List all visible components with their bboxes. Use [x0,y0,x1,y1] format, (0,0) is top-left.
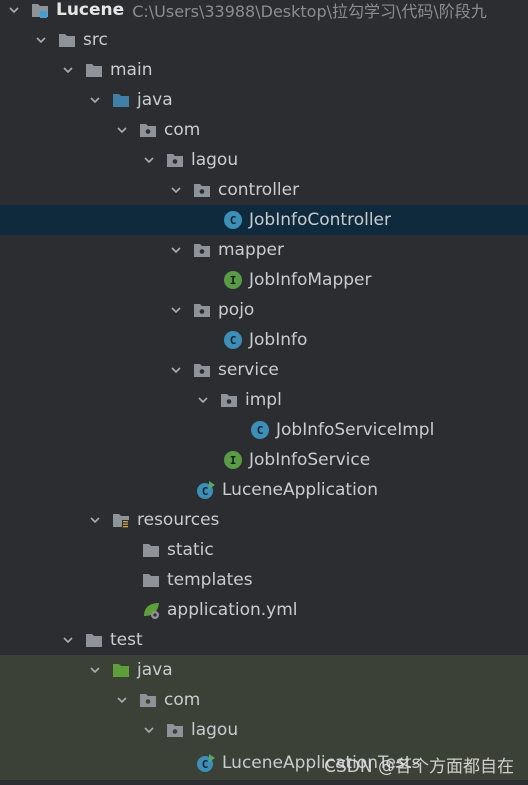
tree-node-src[interactable]: src [0,25,528,55]
spring-boot-class-icon: C [196,753,216,773]
svg-text:C: C [202,758,209,771]
tree-label: pojo [218,300,255,320]
interface-icon: I [223,450,243,470]
tree-label: test [110,630,143,650]
tree-node-controller[interactable]: controller [0,175,528,205]
tree-node-lagou-main[interactable]: lagou [0,145,528,175]
tree-label: src [83,30,108,50]
chevron-down-icon[interactable] [6,2,22,18]
tree-node-lucene[interactable]: Lucene C:\Users\33988\Desktop\拉勾学习\代码\阶段… [0,0,528,25]
package-icon [165,720,185,740]
source-folder-icon [111,90,131,110]
tree-node-job-info-controller[interactable]: C JobInfoController [0,205,528,235]
tree-node-java-main[interactable]: java [0,85,528,115]
chevron-down-icon[interactable] [141,722,157,738]
tree-node-service[interactable]: service [0,355,528,385]
chevron-down-icon[interactable] [60,62,76,78]
class-icon: C [223,330,243,350]
tree-label: resources [137,510,220,530]
tree-node-main[interactable]: main [0,55,528,85]
tree-node-test[interactable]: test [0,625,528,655]
chevron-down-icon[interactable] [141,152,157,168]
tree-label: controller [218,180,300,200]
package-icon [192,240,212,260]
tree-label: JobInfoServiceImpl [276,420,435,440]
class-icon: C [223,210,243,230]
tree-node-lagou-test[interactable]: lagou [0,715,528,745]
tree-label: java [137,90,173,110]
tree-label: templates [167,570,253,590]
tree-label: JobInfoService [249,450,371,470]
tree-node-pojo[interactable]: pojo [0,295,528,325]
tree-node-com-test[interactable]: com [0,685,528,715]
chevron-down-icon[interactable] [33,32,49,48]
tree-label: JobInfo [249,330,308,350]
tree-node-static[interactable]: static [0,535,528,565]
chevron-down-icon[interactable] [168,302,184,318]
spring-boot-class-icon: C [196,480,216,500]
package-icon [138,690,158,710]
yml-file-icon [141,600,161,620]
project-name: Lucene [56,0,125,20]
tree-label: JobInfoMapper [249,270,372,290]
tree-node-com-main[interactable]: com [0,115,528,145]
chevron-down-icon[interactable] [168,362,184,378]
package-icon [219,390,239,410]
tree-label: java [137,660,173,680]
tree-node-templates[interactable]: templates [0,565,528,595]
tree-label: impl [245,390,282,410]
tree-label: application.yml [167,600,298,620]
tree-label: service [218,360,279,380]
module-folder-icon [30,0,50,20]
chevron-down-icon[interactable] [60,632,76,648]
tree-label: static [167,540,214,560]
tree-label: LuceneApplication [222,480,378,500]
package-icon [138,120,158,140]
package-icon [192,300,212,320]
tree-node-job-info-mapper[interactable]: I JobInfoMapper [0,265,528,295]
tree-label: lagou [191,720,239,740]
chevron-down-icon[interactable] [168,182,184,198]
watermark: CSDN @各个方面都自在 [324,757,514,777]
tree-label: JobInfoController [249,210,392,230]
tree-node-impl[interactable]: impl [0,385,528,415]
test-source-folder-icon [111,660,131,680]
tree-node-application-yml[interactable]: application.yml [0,595,528,625]
tree-label: mapper [218,240,285,260]
folder-icon [84,60,104,80]
tree-label: lagou [191,150,239,170]
tree-node-resources[interactable]: resources [0,505,528,535]
tree-label: com [164,690,201,710]
chevron-down-icon[interactable] [114,692,130,708]
project-path: C:\Users\33988\Desktop\拉勾学习\代码\阶段九 [132,2,487,21]
resources-folder-icon [111,510,131,530]
package-icon [192,180,212,200]
tree-node-mapper[interactable]: mapper [0,235,528,265]
tree-node-job-info[interactable]: C JobInfo [0,325,528,355]
tree-label: com [164,120,201,140]
folder-icon [141,540,161,560]
chevron-down-icon[interactable] [87,512,103,528]
chevron-down-icon[interactable] [114,122,130,138]
chevron-down-icon[interactable] [195,392,211,408]
tree-label: main [110,60,153,80]
svg-text:C: C [202,485,209,498]
folder-icon [141,570,161,590]
folder-icon [57,30,77,50]
folder-icon [84,630,104,650]
project-tree: Lucene C:\Users\33988\Desktop\拉勾学习\代码\阶段… [0,0,528,785]
package-icon [165,150,185,170]
class-icon: C [250,420,270,440]
chevron-down-icon[interactable] [168,242,184,258]
package-icon [192,360,212,380]
tree-node-job-info-service-impl[interactable]: C JobInfoServiceImpl [0,415,528,445]
chevron-down-icon[interactable] [87,662,103,678]
tree-node-lucene-application[interactable]: C LuceneApplication [0,475,528,505]
chevron-down-icon[interactable] [87,92,103,108]
tree-node-job-info-service[interactable]: I JobInfoService [0,445,528,475]
next-row-fragment [0,780,528,785]
tree-node-java-test[interactable]: java [0,655,528,685]
interface-icon: I [223,270,243,290]
